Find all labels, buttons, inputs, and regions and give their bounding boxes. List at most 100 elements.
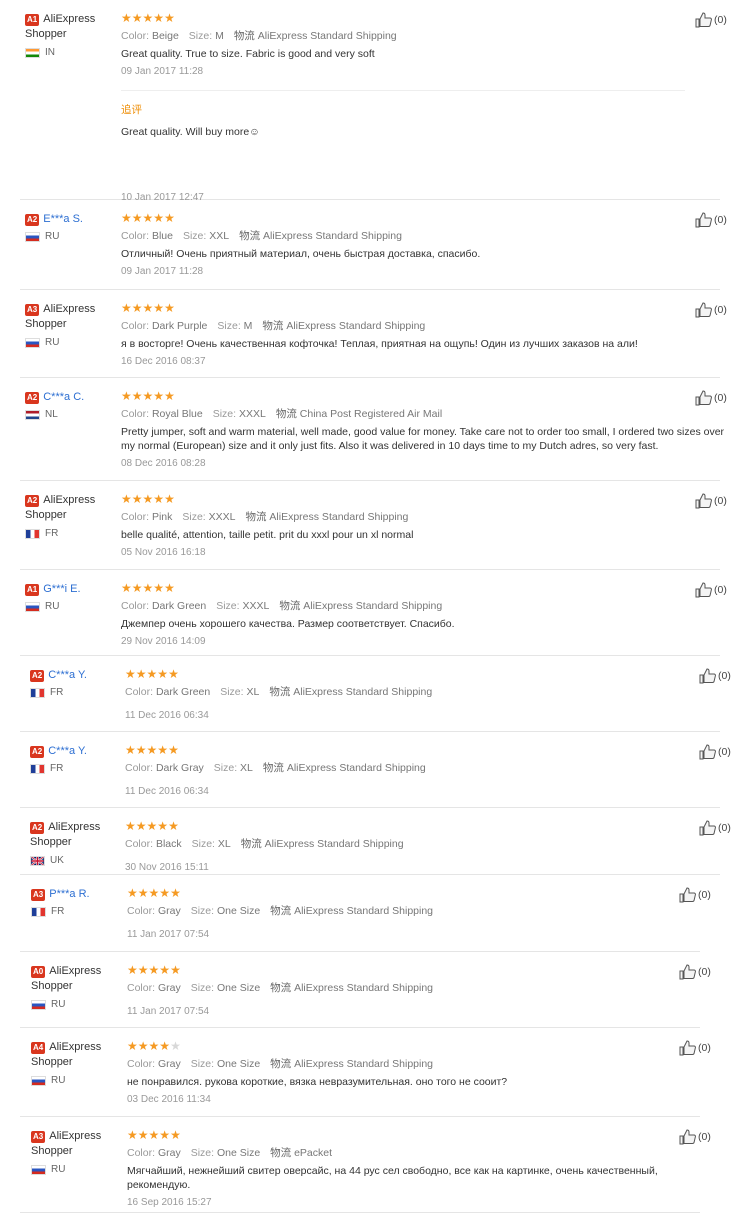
buyer-level-badge: A1 xyxy=(25,13,40,26)
star-icon: ★ xyxy=(153,581,165,595)
review-content: ★★★★★ Color: Dark Gray Size: XL 物流 AliExpre… xyxy=(125,744,689,798)
thumbs-up-icon[interactable] xyxy=(695,493,712,509)
helpful-button[interactable]: (0) xyxy=(695,12,727,28)
star-icon: ★ xyxy=(135,819,147,833)
shipping-label: 物流 xyxy=(240,838,262,850)
thumbs-up-icon[interactable] xyxy=(699,744,716,760)
star-icon: ★ xyxy=(168,743,179,757)
buyer-level-badge: A3 xyxy=(31,888,46,901)
reviewer-info: A3 AliExpress Shopper RU xyxy=(31,1129,123,1176)
order-info: Color: Royal Blue Size: XXXL 物流 China Post… xyxy=(121,407,726,421)
review-date: 16 Sep 2016 15:27 xyxy=(127,1197,212,1208)
helpful-button[interactable]: (0) xyxy=(695,302,727,318)
color-value: Blue xyxy=(151,230,173,242)
color-value: Dark Green xyxy=(155,686,211,698)
review-item: A2 C***a Y. FR ★★★★★ Color: Dark Green Size: … xyxy=(20,656,731,732)
helpful-button[interactable]: (0) xyxy=(679,887,711,903)
shipping-label: 物流 xyxy=(279,600,301,612)
size-value: M xyxy=(243,320,253,332)
thumbs-up-icon[interactable] xyxy=(695,582,712,598)
country-code: NL xyxy=(45,409,58,421)
flag-icon xyxy=(25,337,40,348)
helpful-count: (0) xyxy=(718,670,731,682)
color-value: Dark Gray xyxy=(155,762,204,774)
helpful-button[interactable]: (0) xyxy=(695,390,727,406)
shipping-value: AliExpress Standard Shipping xyxy=(294,1058,434,1070)
helpful-button[interactable]: (0) xyxy=(695,493,727,509)
star-rating: ★★★★★ xyxy=(127,964,669,977)
thumbs-up-icon[interactable] xyxy=(679,887,696,903)
star-icon: ★ xyxy=(131,211,143,225)
size-value: One Size xyxy=(216,905,261,917)
order-info: Color: Gray Size: One Size 物流 AliExpress S… xyxy=(127,1057,669,1071)
helpful-count: (0) xyxy=(698,1131,711,1143)
review-content: ★★★★★ Color: Black Size: XL 物流 AliExpress S… xyxy=(125,820,689,874)
flag-icon xyxy=(31,999,46,1010)
helpful-count: (0) xyxy=(714,304,727,316)
color-value: Beige xyxy=(151,30,179,42)
helpful-button[interactable]: (0) xyxy=(699,820,731,836)
size-label: Size: xyxy=(190,1147,215,1159)
review-date: 11 Dec 2016 06:34 xyxy=(125,710,209,721)
shipping-value: AliExpress Standard Shipping xyxy=(263,230,402,242)
helpful-count: (0) xyxy=(714,14,727,26)
star-icon: ★ xyxy=(153,11,165,25)
color-label: Color: xyxy=(121,30,150,42)
size-label: Size: xyxy=(217,320,241,332)
review-date: 05 Nov 2016 16:18 xyxy=(121,547,206,558)
size-label: Size: xyxy=(216,600,240,612)
helpful-button[interactable]: (0) xyxy=(679,1040,711,1056)
color-value: Pink xyxy=(151,511,173,523)
review-item: A3 AliExpress Shopper RU ★★★★★ Color: Gray Si… xyxy=(20,1117,711,1213)
shipping-label: 物流 xyxy=(245,511,267,523)
star-icon: ★ xyxy=(142,492,154,506)
helpful-button[interactable]: (0) xyxy=(699,668,731,684)
helpful-button[interactable]: (0) xyxy=(695,212,727,228)
reviewer-country: FR xyxy=(25,528,117,540)
star-icon: ★ xyxy=(164,492,175,506)
thumbs-up-icon[interactable] xyxy=(695,12,712,28)
thumbs-up-icon[interactable] xyxy=(679,1040,696,1056)
helpful-button[interactable]: (0) xyxy=(679,1129,711,1145)
review-content: ★★★★★ Color: Gray Size: One Size 物流 ePacket… xyxy=(127,1129,669,1209)
thumbs-up-icon[interactable] xyxy=(699,820,716,836)
feedback-spacer xyxy=(121,139,685,187)
helpful-button[interactable]: (0) xyxy=(679,964,711,980)
color-value: Gray xyxy=(157,1058,181,1070)
star-icon: ★ xyxy=(121,211,132,225)
helpful-count: (0) xyxy=(714,495,727,507)
star-icon: ★ xyxy=(131,581,143,595)
star-icon: ★ xyxy=(142,301,154,315)
star-icon: ★ xyxy=(137,886,149,900)
order-info: Color: Blue Size: XXL 物流 AliExpress Standa… xyxy=(121,229,685,243)
helpful-button[interactable]: (0) xyxy=(699,744,731,760)
reviewer-name-line: A1 AliExpress Shopper xyxy=(25,12,117,43)
review-content: ★★★★★ Color: Royal Blue Size: XXXL 物流 China… xyxy=(121,390,726,470)
helpful-button[interactable]: (0) xyxy=(695,582,727,598)
star-icon: ★ xyxy=(148,963,160,977)
color-value: Gray xyxy=(157,905,181,917)
color-value: Black xyxy=(155,838,182,850)
order-info: Color: Gray Size: One Size 物流 AliExpress S… xyxy=(127,904,669,918)
reviewer-name-line: A2 AliExpress Shopper xyxy=(25,493,117,524)
star-icon: ★ xyxy=(121,581,132,595)
country-code: FR xyxy=(51,906,65,918)
reviewer-info: A3 P***a R. FR xyxy=(31,887,123,918)
star-icon: ★ xyxy=(170,963,181,977)
buyer-level-badge: A2 xyxy=(30,745,45,758)
thumbs-up-icon[interactable] xyxy=(695,302,712,318)
thumbs-up-icon[interactable] xyxy=(695,390,712,406)
thumbs-up-icon[interactable] xyxy=(679,1129,696,1145)
thumbs-up-icon[interactable] xyxy=(695,212,712,228)
star-icon: ★ xyxy=(146,819,158,833)
thumbs-up-icon[interactable] xyxy=(679,964,696,980)
review-content: ★★★★★ Color: Gray Size: One Size 物流 AliExpr… xyxy=(127,887,669,941)
reviewer-name-line: A3 AliExpress Shopper xyxy=(31,1129,123,1160)
thumbs-up-icon[interactable] xyxy=(699,668,716,684)
star-rating: ★★★★★ xyxy=(121,12,685,25)
flag-icon xyxy=(30,855,45,866)
review-text: Джемпер очень хорошего качества. Размер … xyxy=(121,618,455,630)
buyer-level-badge: A3 xyxy=(25,303,40,316)
country-code: RU xyxy=(45,231,60,243)
order-info: Color: Dark Gray Size: XL 物流 AliExpress St… xyxy=(125,761,689,775)
